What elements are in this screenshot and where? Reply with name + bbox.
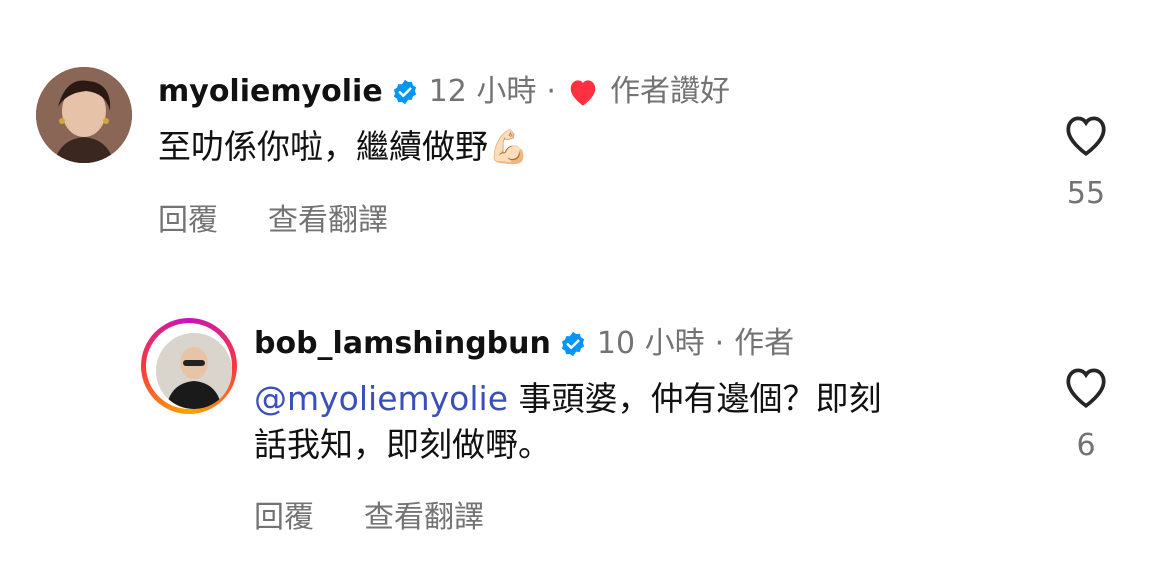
like-count: 55 [1066,176,1106,211]
avatar-bob-lamshingbun [156,333,232,409]
heart-outline-icon[interactable] [1061,112,1111,158]
author-label: 作者 [734,326,795,361]
avatar-image [156,333,232,409]
comment-line-2: 話我知，即刻做嘢。 [254,425,551,464]
heart-filled-icon [570,80,596,106]
comment-time: 12 小時 [428,74,537,109]
author-liked-label: 作者讚好 [609,74,730,109]
verified-badge-icon [561,331,584,357]
comment-line-1: @myoliemyolie 事頭婆，仲有邊個？即刻 [254,376,882,422]
comment-meta: myoliemyolie 12 小時 · 作者讚好 [158,74,730,110]
story-ring[interactable] [141,318,237,414]
username[interactable]: myoliemyolie [158,74,383,110]
reply-button[interactable]: 回覆 [254,492,314,536]
like-count: 6 [1076,428,1096,463]
separator-dot: · [714,326,725,361]
reply-button[interactable]: 回覆 [158,195,218,239]
see-translation-button[interactable]: 查看翻譯 [364,492,484,536]
comment-body-1: 事頭婆，仲有邊個？即刻 [508,379,882,418]
comment-body: 至叻係你啦，繼續做野 [158,127,488,166]
separator-dot: · [546,74,556,109]
heart-outline-icon[interactable] [1061,364,1111,410]
avatar-myoliemyolie[interactable] [36,67,132,163]
comment-actions: 回覆 查看翻譯 [158,195,438,239]
flexed-biceps-emoji: 💪🏻 [488,127,530,166]
like-column: 6 [1056,364,1116,463]
verified-badge-icon [393,79,416,105]
comment-text: 至叻係你啦，繼續做野💪🏻 [158,124,529,170]
comment-text: @myoliemyolie 事頭婆，仲有邊個？即刻 話我知，即刻做嘢。 [254,376,882,468]
avatar-image [36,67,132,163]
see-translation-button[interactable]: 查看翻譯 [268,195,388,239]
mention-link[interactable]: @myoliemyolie [254,379,508,418]
like-column: 55 [1056,112,1116,211]
comment-time: 10 小時 [596,326,705,361]
username[interactable]: bob_lamshingbun [254,326,551,362]
comment-actions: 回覆 查看翻譯 [254,492,534,536]
comment-meta: bob_lamshingbun 10 小時 · 作者 [254,326,794,362]
